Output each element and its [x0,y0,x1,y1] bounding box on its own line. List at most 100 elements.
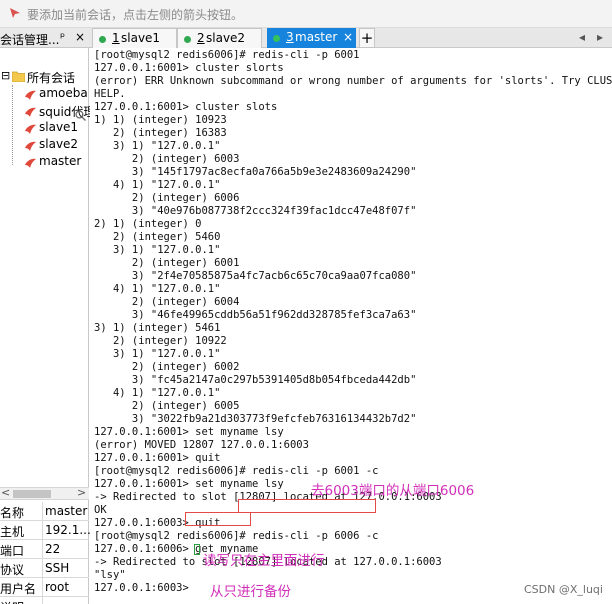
annotation-replica-backup: 从只进行备份 [210,584,291,600]
terminal-line: 3) "3022fb9a21d303773f9efcfeb76316134432… [94,413,417,425]
tab-slave2[interactable]: 2 slave2 [177,28,262,48]
annotation-master-rw: 读写只在主里面进行 [203,553,325,569]
close-panel-icon[interactable]: × [75,30,85,44]
terminal-line: 2) (integer) 6005 [94,400,240,412]
tab-number: 1 [112,31,120,45]
terminal-lines: [root@mysql2 redis6006]# redis-cli -p 60… [94,49,612,595]
terminal-line: 2) (integer) 5460 [94,231,221,243]
property-column-divider [42,569,43,604]
property-row: 用户名 root [0,578,89,597]
close-tab-icon[interactable]: × [343,30,353,44]
session-panel-title: 会话管理... [0,33,60,47]
session-item-slave1[interactable]: slave1 [22,120,89,137]
property-row: 协议 SSH [0,559,89,578]
terminal-line: 3) "145f1797ac8ecfa0a766a5b9e3e2483609a2… [94,166,417,178]
connected-status-icon [184,36,191,43]
session-icon [25,158,36,168]
terminal-line: 4) 1) "127.0.0.1" [94,179,221,191]
terminal-line: 3) 1) "127.0.0.1" [94,140,221,152]
terminal-line: 4) 1) "127.0.0.1" [94,283,221,295]
property-value: SSH [45,561,70,575]
tab-number: 3 [286,30,294,44]
scroll-right-icon[interactable]: > [77,486,86,499]
tab-label: slave1 [121,31,161,45]
session-icon [25,124,36,134]
arrow-hint-icon [10,8,20,18]
pin-icon[interactable]: ᵖ [60,30,65,44]
scroll-left-icon[interactable]: < [1,486,10,499]
tree-root-label: 所有会话 [27,71,76,85]
highlight-box-get [185,512,251,526]
property-row: 主机 192.1... [0,521,91,540]
terminal-line: -> Redirected to slot [12807] located at… [94,556,442,568]
terminal-line: "lsy" [94,569,126,581]
tab-label: master [295,30,338,44]
terminal-line: 3) 1) "127.0.0.1" [94,348,221,360]
property-key: 主机 [0,525,25,539]
terminal-line: 2) 1) (integer) 0 [94,218,202,230]
folder-icon [12,71,25,82]
session-tab-bar: 1 slave1 2 slave2 3 master × + ◂ ▸ [89,28,612,48]
hint-text: 要添加当前会话，点击左侧的箭头按钮。 [27,8,244,22]
tab-slave1[interactable]: 1 slave1 [92,28,177,48]
terminal-line: 3) "40e976b087738f2ccc324f39fac1dcc47e48… [94,205,417,217]
connected-status-icon [99,36,106,43]
terminal-line: 2) (integer) 16383 [94,127,227,139]
terminal-line: 2) (integer) 6004 [94,296,240,308]
session-label: slave1 [39,120,79,134]
session-item-master[interactable]: master [22,154,89,171]
terminal-line: 127.0.0.1:6003> quit [94,517,221,529]
session-item-slave2[interactable]: slave2 [22,137,89,154]
terminal-line: 1) 1) (integer) 10923 [94,114,227,126]
tree-root-all-sessions[interactable]: ⊟ 所有会话 [0,69,89,86]
terminal-line: (error) ERR Unknown subcommand or wrong … [94,75,612,87]
watermark: CSDN @X_luqi [524,583,603,596]
session-icon [25,90,36,100]
property-row: 端口 22 [0,540,89,559]
terminal-line: 3) "46fe49965cddb56a51f962dd328785fef3ca… [94,309,417,321]
terminal-line: 3) "2f4e70585875a4fc7acb6c65c70ca9aa07fc… [94,270,417,282]
search-icon[interactable] [75,110,86,121]
terminal-line: 127.0.0.1:6001> set myname lsy [94,426,284,438]
terminal-line: 127.0.0.1:6006> get myname [94,543,259,555]
horizontal-scrollbar[interactable]: < > [0,486,89,500]
property-value: 22 [45,542,61,556]
property-value: root [45,580,70,594]
property-key: 协议 [0,563,25,577]
terminal-line: 2) (integer) 10922 [94,335,227,347]
add-tab-button[interactable]: + [359,28,375,48]
terminal-output[interactable]: [root@mysql2 redis6006]# redis-cli -p 60… [90,49,612,604]
collapse-toggle-icon[interactable]: ⊟ [1,69,10,82]
session-label: squid代理 [39,105,96,119]
property-key: 端口 [0,544,25,558]
scrollbar-thumb[interactable] [13,490,51,498]
session-label: slave2 [39,137,79,151]
hint-bar: 要添加当前会话，点击左侧的箭头按钮。 [0,0,612,28]
property-row: 说明 [0,597,89,604]
terminal-line: 2) (integer) 6003 [94,153,240,165]
terminal-line: 2) (integer) 6001 [94,257,240,269]
tab-master[interactable]: 3 master × [267,28,356,48]
terminal-line: 3) "fc45a2147a0c297b5391405d8b054fbceda4… [94,374,417,386]
terminal-cursor [194,544,200,555]
property-row: 名称 master [0,502,89,521]
highlight-box-command [238,499,376,513]
terminal-line: 3) 1) "127.0.0.1" [94,244,221,256]
session-label: master [39,154,82,168]
terminal-line: HELP. [94,88,126,100]
terminal-line: [root@mysql2 redis6006]# redis-cli -p 60… [94,530,379,542]
session-manager-panel: 会话管理... ᵖ × ⊟ 所有会话 amoeba squid代理 slave1… [0,28,95,604]
property-value: master [45,504,88,518]
connected-status-icon [273,35,280,42]
terminal-line: [root@mysql2 redis6006]# redis-cli -p 60… [94,49,360,61]
terminal-line: 127.0.0.1:6001> cluster slorts [94,62,284,74]
tab-scroll-left-icon[interactable]: ◂ [579,30,585,44]
tab-number: 2 [197,31,205,45]
annotation-replica-port: 去6003端口的从端口6006 [311,483,475,499]
terminal-line: 2) (integer) 6006 [94,192,240,204]
session-item-amoeba[interactable]: amoeba [22,86,89,103]
terminal-line: (error) MOVED 12807 127.0.0.1:6003 [94,439,309,451]
property-value: 192.1... [45,523,91,537]
property-key: 名称 [0,506,25,520]
tab-scroll-right-icon[interactable]: ▸ [597,30,603,44]
